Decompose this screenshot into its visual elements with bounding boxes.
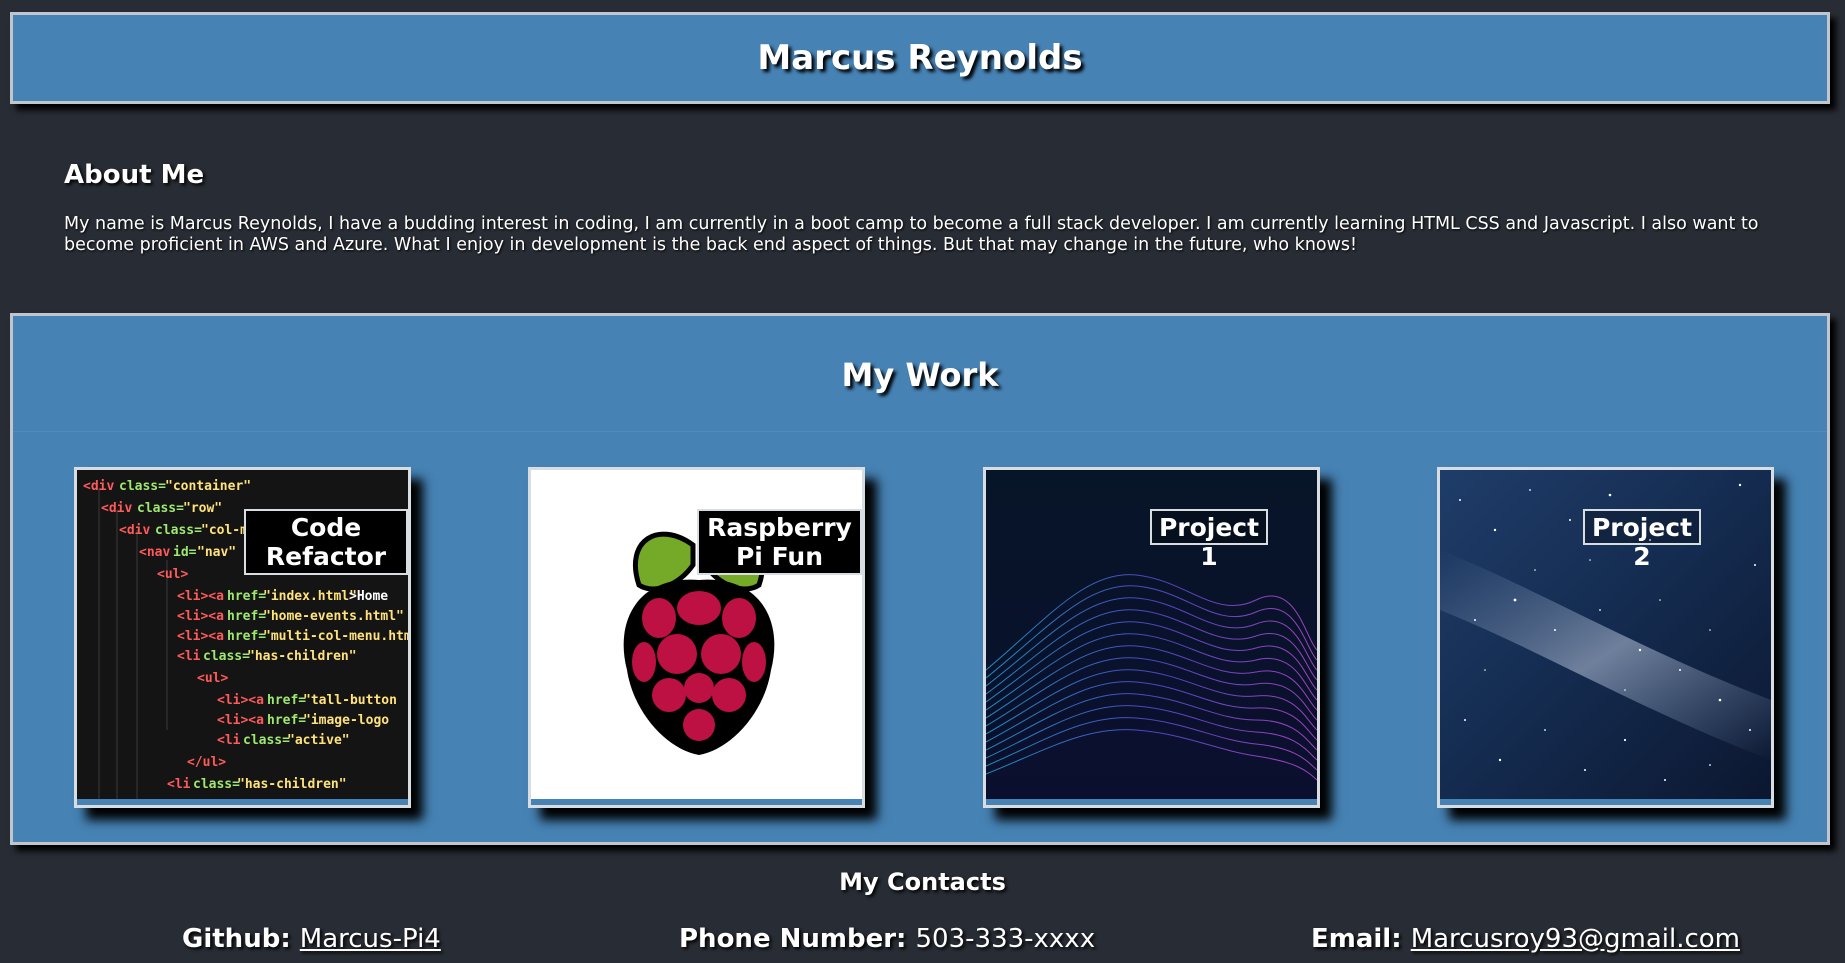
project-label: Raspberry Pi Fun bbox=[697, 509, 862, 575]
project-card-raspberry-pi[interactable]: Raspberry Pi Fun bbox=[528, 467, 865, 808]
email-link[interactable]: Marcusroy93@gmail.com bbox=[1411, 924, 1740, 954]
svg-text:href=: href= bbox=[227, 629, 266, 644]
svg-text:id=: id= bbox=[173, 545, 197, 560]
work-heading: My Work bbox=[841, 356, 999, 394]
svg-text:"tall-button: "tall-button bbox=[303, 693, 397, 708]
svg-text:<li><a: <li><a bbox=[177, 609, 224, 624]
project-label: Code Refactor bbox=[244, 509, 408, 575]
email-label: Email: bbox=[1311, 924, 1402, 954]
svg-text:class=: class= bbox=[193, 777, 240, 792]
svg-text:</ul>: </ul> bbox=[187, 755, 226, 770]
svg-text:"has-children": "has-children" bbox=[237, 777, 347, 792]
project-label: Project 1 bbox=[1150, 509, 1268, 571]
svg-text:<nav: <nav bbox=[139, 545, 170, 560]
github-contact: Github: Marcus-Pi4 bbox=[182, 924, 441, 954]
svg-text:<li><a: <li><a bbox=[177, 589, 224, 604]
svg-text:href=: href= bbox=[267, 693, 306, 708]
phone-label: Phone Number: bbox=[679, 924, 907, 954]
svg-text:<li><a: <li><a bbox=[217, 713, 264, 728]
svg-text:>Home: >Home bbox=[349, 589, 388, 604]
svg-text:href=: href= bbox=[267, 713, 306, 728]
github-link[interactable]: Marcus-Pi4 bbox=[300, 924, 441, 954]
svg-text:"has-children": "has-children" bbox=[247, 649, 357, 664]
about-heading: About Me bbox=[64, 160, 205, 190]
svg-text:"container": "container" bbox=[165, 479, 251, 494]
svg-text:class=: class= bbox=[243, 733, 290, 748]
phone-contact: Phone Number: 503-333-xxxx bbox=[679, 924, 1095, 954]
site-header: Marcus Reynolds bbox=[10, 12, 1830, 104]
project-card-project-1[interactable]: Project 1 bbox=[983, 467, 1320, 808]
svg-text:class=: class= bbox=[155, 523, 202, 538]
github-label: Github: bbox=[182, 924, 291, 954]
svg-text:<div: <div bbox=[119, 523, 150, 538]
project-card-project-2[interactable]: Project 2 bbox=[1437, 467, 1774, 808]
contacts-heading: My Contacts bbox=[839, 868, 1006, 896]
phone-value: 503-333-xxxx bbox=[915, 924, 1096, 954]
svg-text:class=: class= bbox=[137, 501, 184, 516]
svg-text:<div: <div bbox=[83, 479, 114, 494]
about-text: My name is Marcus Reynolds, I have a bud… bbox=[64, 214, 1759, 255]
svg-text:"nav": "nav" bbox=[197, 545, 236, 560]
svg-text:<li: <li bbox=[177, 649, 201, 664]
work-section: My Work <div class= "container" <div class=… bbox=[10, 313, 1830, 845]
email-contact: Email: Marcusroy93@gmail.com bbox=[1311, 924, 1740, 954]
svg-text:class=: class= bbox=[203, 649, 250, 664]
svg-text:<li: <li bbox=[217, 733, 241, 748]
svg-text:<li><a: <li><a bbox=[217, 693, 264, 708]
svg-text:"image-logo: "image-logo bbox=[303, 713, 389, 728]
svg-text:href=: href= bbox=[227, 589, 266, 604]
project-label: Project 2 bbox=[1583, 509, 1701, 571]
svg-text:href=: href= bbox=[227, 609, 266, 624]
svg-text:"row": "row" bbox=[183, 501, 222, 516]
svg-text:"multi-col-menu.html": "multi-col-menu.html" bbox=[263, 629, 408, 644]
svg-text:"index.html": "index.html" bbox=[263, 589, 357, 604]
about-section: About Me My name is Marcus Reynolds, I h… bbox=[64, 160, 1784, 256]
svg-text:<li: <li bbox=[167, 777, 191, 792]
svg-text:<div: <div bbox=[101, 501, 132, 516]
page-title: Marcus Reynolds bbox=[757, 38, 1083, 78]
svg-text:<li><a: <li><a bbox=[177, 629, 224, 644]
work-divider bbox=[13, 431, 1827, 432]
svg-text:"home-events.html": "home-events.html" bbox=[263, 609, 404, 624]
svg-text:"active": "active" bbox=[287, 733, 350, 748]
svg-text:class=: class= bbox=[119, 479, 166, 494]
svg-text:<ul>: <ul> bbox=[197, 671, 228, 686]
svg-text:<ul>: <ul> bbox=[157, 567, 188, 582]
project-card-code-refactor[interactable]: <div class= "container" <div class= "row" <d… bbox=[74, 467, 411, 808]
